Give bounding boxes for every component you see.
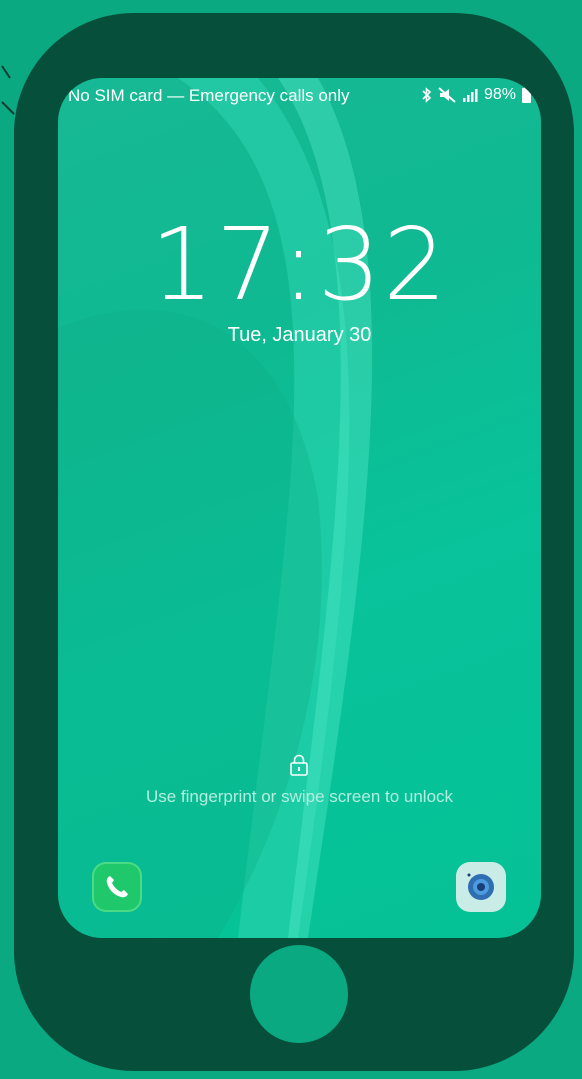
lock-screen[interactable]: No SIM card — Emergency calls only 98% 1… <box>58 78 541 938</box>
status-icons: 98% <box>422 85 531 104</box>
mute-icon <box>438 87 456 103</box>
phone-shortcut-button[interactable] <box>92 862 142 912</box>
phone-icon <box>106 876 128 898</box>
signal-icon <box>462 87 478 103</box>
battery-level: 98% <box>483 86 516 103</box>
bluetooth-icon <box>422 87 432 103</box>
camera-shortcut-button[interactable] <box>456 862 506 912</box>
date: Tue, January 30 <box>227 324 372 346</box>
battery-icon <box>522 85 531 103</box>
carrier-status: No SIM card — Emergency calls only <box>68 86 350 105</box>
clock: 17:32 <box>150 206 449 323</box>
status-bar: No SIM card — Emergency calls only 98% <box>58 78 541 114</box>
home-button[interactable] <box>250 945 348 1043</box>
lock-icon <box>290 754 308 776</box>
unlock-hint: Use fingerprint or swipe screen to unloc… <box>145 787 454 806</box>
camera-icon <box>467 873 494 900</box>
